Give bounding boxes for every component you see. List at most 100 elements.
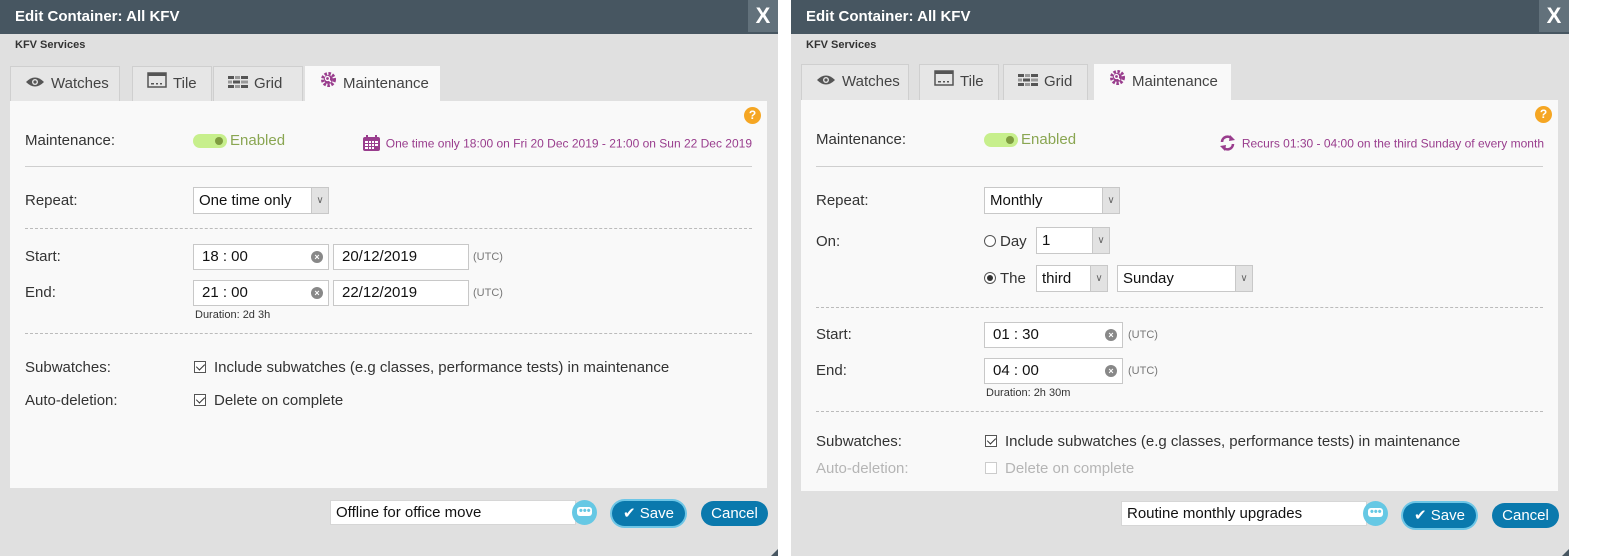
divider (816, 166, 1543, 167)
radio-selected-icon (984, 272, 996, 284)
tab-maintenance[interactable]: Maintenance (1094, 64, 1231, 100)
cancel-button[interactable]: Cancel (1492, 503, 1559, 528)
grid-icon (228, 67, 248, 101)
ordinal-select[interactable]: third ∨ (1036, 265, 1108, 292)
comment-icon[interactable]: ••• (572, 500, 597, 525)
calendar-icon (362, 135, 380, 154)
clear-icon[interactable]: × (311, 251, 323, 263)
day-radio[interactable]: Day (984, 233, 1027, 250)
timezone-label: (UTC) (473, 287, 503, 299)
end-time-input[interactable]: 04 : 00 × (984, 358, 1123, 384)
divider (816, 411, 1543, 412)
maintenance-toggle[interactable] (193, 134, 227, 148)
close-button[interactable]: X (1539, 0, 1569, 32)
tab-grid[interactable]: Grid (1003, 64, 1088, 100)
dialog-subtitle: KFV Services (15, 39, 86, 51)
start-time-value: 18 : 00 (202, 248, 248, 265)
tab-maintenance[interactable]: Maintenance (305, 66, 440, 102)
checkbox-checked-icon (194, 361, 206, 373)
duration-text: Duration: 2h 30m (986, 387, 1071, 399)
end-date-value: 22/12/2019 (342, 284, 418, 301)
day-number-select[interactable]: 1 ∨ (1036, 227, 1110, 254)
eye-icon (816, 65, 836, 99)
end-date-input[interactable]: 22/12/2019 (333, 280, 469, 306)
weekday-select[interactable]: Sunday ∨ (1117, 265, 1253, 292)
radio-unselected-icon (984, 235, 996, 247)
tab-label: Grid (254, 75, 283, 92)
tab-tile[interactable]: Tile (132, 66, 212, 102)
day-number-value: 1 (1042, 232, 1051, 249)
maintenance-panel: ? Maintenance: Enabled Recurs 01:30 - 04… (801, 100, 1558, 491)
tab-watches[interactable]: Watches (10, 66, 120, 102)
subwatches-text: Include subwatches (e.g classes, perform… (214, 359, 670, 376)
dialog-subtitle: KFV Services (806, 39, 877, 51)
chevron-down-icon: ∨ (1102, 188, 1119, 213)
subwatches-checkbox[interactable]: Include subwatches (e.g classes, perform… (985, 433, 1460, 450)
maintenance-panel: ? Maintenance: Enabled One time only 18:… (10, 101, 767, 488)
chevron-down-icon: ∨ (1092, 228, 1109, 253)
maintenance-label: Maintenance: (25, 132, 116, 149)
comment-icon[interactable]: ••• (1363, 501, 1388, 526)
tab-watches[interactable]: Watches (801, 64, 909, 100)
end-time-value: 04 : 00 (993, 362, 1039, 379)
repeat-label: Repeat: (25, 192, 78, 209)
dialog-title: Edit Container: All KFV (806, 8, 971, 25)
save-button[interactable]: ✔ Save (612, 501, 685, 526)
timezone-label: (UTC) (1128, 365, 1158, 377)
tab-grid[interactable]: Grid (213, 66, 303, 102)
end-label: End: (816, 362, 847, 379)
autodeletion-label: Auto-deletion: (25, 392, 118, 409)
tab-label: Grid (1044, 73, 1073, 90)
subwatches-label: Subwatches: (816, 433, 902, 450)
the-radio[interactable]: The (984, 270, 1026, 287)
subwatches-checkbox[interactable]: Include subwatches (e.g classes, perform… (194, 359, 669, 376)
maintenance-toggle[interactable] (984, 133, 1018, 147)
clear-icon[interactable]: × (1105, 365, 1117, 377)
maintenance-label: Maintenance: (816, 131, 907, 148)
chevron-down-icon: ∨ (311, 188, 328, 213)
resize-handle[interactable] (1562, 549, 1569, 556)
tab-label: Watches (842, 73, 900, 90)
start-time-input[interactable]: 18 : 00 × (193, 244, 329, 270)
divider (25, 333, 752, 334)
checkbox-unchecked-icon (985, 462, 997, 474)
clear-icon[interactable]: × (1105, 329, 1117, 341)
edit-container-dialog-one-time: Edit Container: All KFV X KFV Services W… (0, 0, 778, 556)
start-label: Start: (25, 248, 61, 265)
maintenance-note-input[interactable]: Routine monthly upgrades (1121, 501, 1367, 526)
save-button[interactable]: ✔ Save (1403, 503, 1476, 528)
start-time-input[interactable]: 01 : 30 × (984, 322, 1123, 348)
maintenance-note-input[interactable]: Offline for office move (330, 500, 576, 525)
start-date-value: 20/12/2019 (342, 248, 418, 265)
chevron-down-icon: ∨ (1090, 266, 1107, 291)
clear-icon[interactable]: × (311, 287, 323, 299)
tab-tile[interactable]: Tile (919, 64, 999, 100)
on-label: On: (816, 233, 841, 250)
chevron-down-icon: ∨ (1235, 266, 1252, 291)
repeat-select[interactable]: Monthly ∨ (984, 187, 1120, 214)
grid-icon (1018, 65, 1038, 99)
close-button[interactable]: X (748, 0, 778, 32)
recur-icon (1219, 135, 1236, 154)
subwatches-text: Include subwatches (e.g classes, perform… (1005, 433, 1461, 450)
tile-icon (934, 65, 954, 99)
save-label: Save (1430, 507, 1465, 524)
divider (25, 166, 752, 167)
end-time-value: 21 : 00 (202, 284, 248, 301)
resize-handle[interactable] (771, 549, 778, 556)
schedule-summary-text: One time only 18:00 on Fri 20 Dec 2019 -… (385, 136, 752, 151)
help-icon[interactable]: ? (744, 107, 761, 124)
checkbox-checked-icon (194, 394, 206, 406)
dialog-titlebar: Edit Container: All KFV X (0, 0, 778, 34)
help-icon[interactable]: ? (1535, 106, 1552, 123)
tab-label: Maintenance (1132, 73, 1218, 90)
autodeletion-checkbox[interactable]: Delete on complete (985, 460, 1134, 477)
maintenance-gear-icon (320, 67, 337, 101)
cancel-button[interactable]: Cancel (701, 501, 768, 526)
start-date-input[interactable]: 20/12/2019 (333, 244, 469, 270)
end-label: End: (25, 284, 56, 301)
autodeletion-checkbox[interactable]: Delete on complete (194, 392, 343, 409)
repeat-select[interactable]: One time only ∨ (193, 187, 329, 214)
end-time-input[interactable]: 21 : 00 × (193, 280, 329, 306)
repeat-value: One time only (199, 192, 292, 209)
